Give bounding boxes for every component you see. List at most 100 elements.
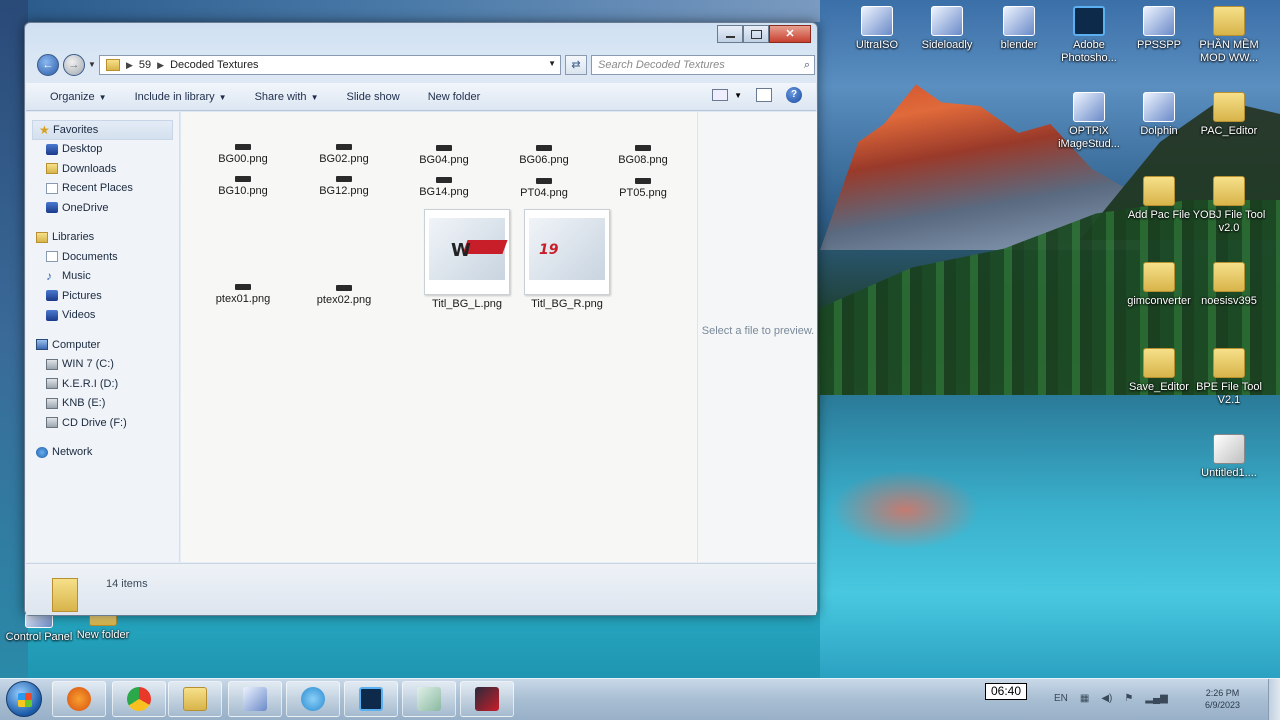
organize-menu[interactable]: Organize ▼: [50, 91, 107, 103]
desktop-icon-item[interactable]: PAC_Editor: [1190, 92, 1268, 138]
desktop-icon-item[interactable]: noesisv395: [1190, 262, 1268, 308]
photoshop-icon: [1073, 6, 1105, 36]
file-list: BG00.png BG02.png BG04.png BG06.png BG08…: [181, 112, 697, 562]
back-button[interactable]: ←: [37, 54, 59, 76]
minimize-button[interactable]: [717, 25, 743, 43]
file-item[interactable]: BG14.png: [402, 177, 486, 198]
desktop-icon-item[interactable]: Save_Editor: [1120, 348, 1198, 394]
desktop-icon-item[interactable]: Sideloadly: [908, 6, 986, 52]
close-button[interactable]: ✕: [769, 25, 811, 43]
nav-music[interactable]: ♪ Music: [26, 267, 179, 287]
search-icon[interactable]: ⌕: [804, 56, 810, 74]
taskbar-ppsspp[interactable]: [228, 681, 282, 717]
desktop-icon-new-folder[interactable]: New folder: [64, 612, 142, 642]
desktop-icon-item[interactable]: gimconverter: [1120, 262, 1198, 308]
nav-drive-f[interactable]: CD Drive (F:): [26, 413, 179, 433]
help-icon[interactable]: ?: [786, 87, 802, 103]
file-item[interactable]: PT04.png: [502, 178, 586, 199]
include-in-library-menu[interactable]: Include in library ▼: [135, 91, 227, 103]
star-icon: ★: [39, 123, 50, 137]
breadcrumb-item[interactable]: Decoded Textures: [170, 59, 258, 71]
taskbar-photoshop[interactable]: [344, 681, 398, 717]
taskbar-media-player[interactable]: [52, 681, 106, 717]
desktop-icon-item[interactable]: BPE File Tool V2.1: [1190, 348, 1268, 407]
thumbnail-titl-bg-l[interactable]: W: [424, 209, 510, 295]
file-item[interactable]: BG06.png: [502, 145, 586, 166]
share-with-menu[interactable]: Share with ▼: [255, 91, 319, 103]
file-item[interactable]: BG02.png: [302, 144, 386, 165]
computer-icon: [36, 339, 48, 350]
signal-icon[interactable]: ▂▄▆: [1145, 693, 1167, 704]
recent-pages-dropdown[interactable]: ▼: [88, 60, 96, 69]
file-item[interactable]: BG10.png: [201, 176, 285, 197]
nav-desktop[interactable]: Desktop: [26, 140, 179, 160]
nav-drive-c[interactable]: WIN 7 (C:): [26, 355, 179, 375]
nav-libraries[interactable]: Libraries: [26, 228, 179, 248]
desktop-icon-item[interactable]: YOBJ File Tool v2.0: [1190, 176, 1268, 235]
address-bar[interactable]: ▶ 59 ▶ Decoded Textures ▼: [99, 55, 561, 75]
network-tray-icon[interactable]: ▦: [1080, 693, 1089, 704]
nav-computer[interactable]: Computer: [26, 335, 179, 355]
nav-drive-d[interactable]: K.E.R.I (D:): [26, 374, 179, 394]
thumbnail-titl-bg-r[interactable]: 19: [524, 209, 610, 295]
nav-documents[interactable]: Documents: [26, 247, 179, 267]
file-item[interactable]: ptex02.png: [302, 285, 386, 306]
desktop-icon-item[interactable]: PHẦN MỀM MOD WW...: [1190, 6, 1268, 65]
desktop-icon-item[interactable]: Untitled1....: [1190, 434, 1268, 480]
file-item[interactable]: PT05.png: [601, 178, 685, 199]
taskbar-dolphin[interactable]: [286, 681, 340, 717]
desktop-icon-item[interactable]: UltraISO: [838, 6, 916, 52]
chevron-down-icon[interactable]: ▼: [548, 59, 556, 68]
search-placeholder: Search Decoded Textures: [598, 59, 725, 71]
taskbar-explorer[interactable]: [168, 681, 222, 717]
desktop-icon-item[interactable]: Adobe Photosho...: [1050, 6, 1128, 65]
slide-show-button[interactable]: Slide show: [346, 91, 399, 103]
nav-videos[interactable]: Videos: [26, 306, 179, 326]
desktop-icon-item[interactable]: Add Pac File: [1120, 176, 1198, 222]
file-item[interactable]: BG12.png: [302, 176, 386, 197]
chevron-right-icon[interactable]: ▶: [157, 60, 164, 71]
search-input[interactable]: Search Decoded Textures ⌕: [591, 55, 815, 75]
nav-drive-e[interactable]: KNB (E:): [26, 394, 179, 414]
nav-favorites[interactable]: ★ Favorites: [32, 120, 173, 140]
desktop-icon-item[interactable]: OPTPiX iMageStud...: [1050, 92, 1128, 151]
desktop-icon-label: New folder: [76, 629, 130, 641]
thumbnail-label[interactable]: Titl_BG_R.png: [517, 298, 617, 310]
desktop-icon-item[interactable]: Dolphin: [1120, 92, 1198, 138]
volume-icon[interactable]: ◀): [1101, 693, 1112, 704]
file-item[interactable]: BG00.png: [201, 144, 285, 165]
new-folder-button[interactable]: New folder: [428, 91, 481, 103]
language-indicator[interactable]: EN: [1054, 693, 1068, 704]
network-icon: [36, 446, 48, 458]
ppsspp-icon: [243, 687, 267, 711]
nav-downloads[interactable]: Downloads: [26, 159, 179, 179]
nav-recent-places[interactable]: Recent Places: [26, 179, 179, 199]
show-desktop-button[interactable]: [1268, 679, 1280, 720]
nav-pictures[interactable]: Pictures: [26, 286, 179, 306]
clock-time: 2:26 PM: [1205, 688, 1240, 698]
flag-icon[interactable]: ⚑: [1124, 693, 1133, 704]
taskbar-clock[interactable]: 2:26 PM 6/9/2023: [1205, 687, 1240, 711]
taskbar-image-viewer[interactable]: [460, 681, 514, 717]
taskbar-chrome[interactable]: [112, 681, 166, 717]
start-button[interactable]: [6, 681, 42, 717]
refresh-button[interactable]: ⇄: [565, 55, 587, 75]
preview-pane-button[interactable]: [756, 88, 772, 102]
desktop-icon-item[interactable]: blender: [980, 6, 1058, 52]
breadcrumb-item[interactable]: 59: [139, 59, 151, 71]
change-view-button[interactable]: ▼: [712, 89, 742, 101]
nav-onedrive[interactable]: OneDrive: [26, 198, 179, 218]
desktop-icon-label: YOBJ File Tool v2.0: [1192, 209, 1266, 234]
nav-network[interactable]: Network: [26, 443, 179, 463]
photoshop-icon: [359, 687, 383, 711]
png-file-icon: [235, 176, 251, 182]
thumbnail-label[interactable]: Titl_BG_L.png: [417, 298, 517, 310]
file-item[interactable]: BG08.png: [601, 145, 685, 166]
file-item[interactable]: BG04.png: [402, 145, 486, 166]
maximize-button[interactable]: [743, 25, 769, 43]
desktop-icon-item[interactable]: PPSSPP: [1120, 6, 1198, 52]
chevron-right-icon[interactable]: ▶: [126, 60, 133, 71]
file-item[interactable]: ptex01.png: [201, 284, 285, 305]
taskbar-notepad[interactable]: [402, 681, 456, 717]
forward-button[interactable]: →: [63, 54, 85, 76]
